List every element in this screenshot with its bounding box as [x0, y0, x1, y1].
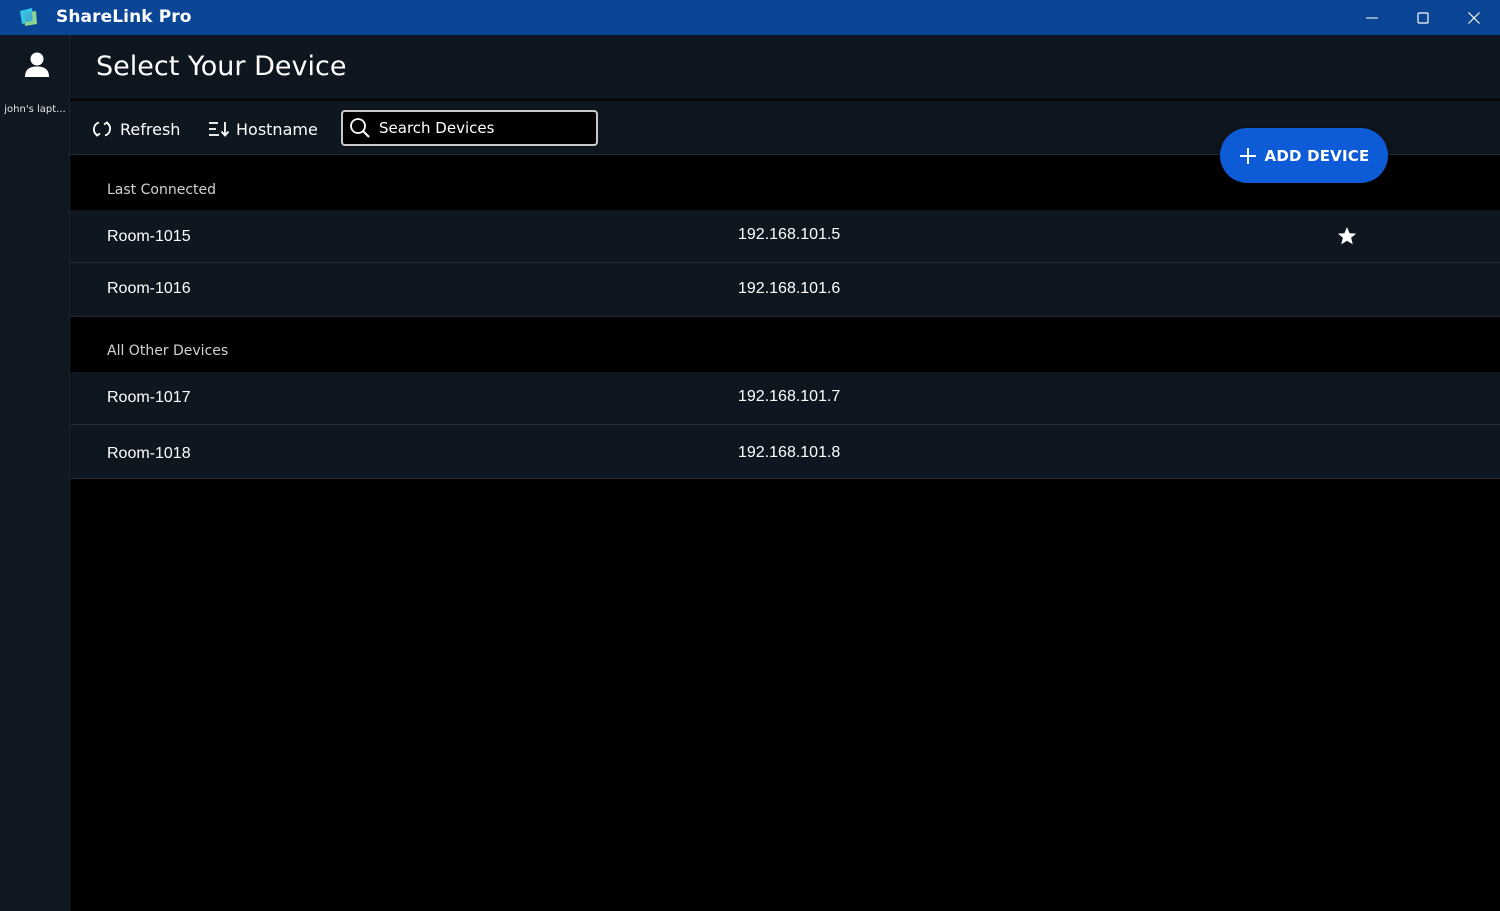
device-ip: 192.168.101.8	[738, 444, 841, 461]
user-name: john's lapt...	[4, 104, 66, 115]
minimize-icon	[1366, 17, 1378, 18]
search-box	[341, 110, 598, 146]
device-name: Room-1016	[107, 280, 191, 297]
device-row[interactable]: Room-1016 192.168.101.6	[70, 263, 1500, 317]
device-ip: 192.168.101.5	[738, 226, 841, 243]
device-row[interactable]: Room-1018 192.168.101.8	[70, 425, 1500, 479]
minimize-button[interactable]	[1347, 0, 1397, 35]
sort-hostname-button[interactable]: Hostname	[208, 115, 318, 143]
add-device-button[interactable]: ADD DEVICE	[1220, 128, 1388, 183]
sidebar: john's lapt...	[0, 35, 70, 911]
section-all-other-devices: All Other Devices	[70, 317, 1500, 372]
refresh-button[interactable]: Refresh	[92, 115, 180, 143]
page-title: Select Your Device	[96, 51, 347, 82]
section-label: All Other Devices	[107, 343, 229, 359]
search-icon	[350, 118, 370, 138]
device-name: Room-1015	[107, 228, 191, 245]
favorite-star-icon[interactable]	[1337, 226, 1357, 246]
device-row[interactable]: Room-1015 192.168.101.5	[70, 210, 1500, 263]
app-title: ShareLink Pro	[56, 7, 192, 27]
sidebar-user-button[interactable]: john's lapt...	[0, 49, 70, 115]
refresh-label: Refresh	[120, 119, 181, 139]
user-icon	[25, 52, 49, 77]
sort-label: Hostname	[236, 119, 318, 139]
refresh-icon	[93, 121, 111, 137]
close-button[interactable]	[1449, 0, 1499, 35]
close-icon	[1468, 11, 1480, 24]
add-device-label: ADD DEVICE	[1264, 146, 1370, 165]
page-header: Select Your Device	[70, 35, 1500, 100]
app-logo-icon	[20, 8, 37, 26]
maximize-button[interactable]	[1398, 0, 1448, 35]
section-label: Last Connected	[107, 182, 216, 198]
title-bar: ShareLink Pro	[0, 0, 1500, 35]
search-input[interactable]	[379, 119, 579, 137]
plus-icon	[1239, 147, 1256, 164]
device-ip: 192.168.101.6	[738, 280, 841, 297]
maximize-icon	[1417, 11, 1429, 24]
device-name: Room-1017	[107, 389, 191, 406]
sort-icon	[209, 122, 230, 137]
device-row[interactable]: Room-1017 192.168.101.7	[70, 372, 1500, 425]
device-name: Room-1018	[107, 445, 191, 462]
device-ip: 192.168.101.7	[738, 388, 841, 405]
